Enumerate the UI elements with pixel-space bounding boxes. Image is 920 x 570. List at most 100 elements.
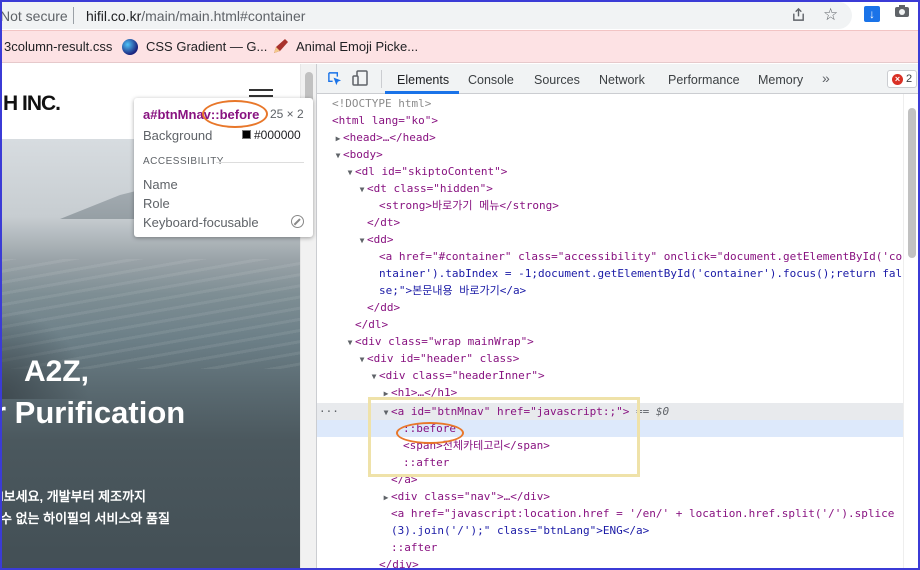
dom-html: <html lang="ko"> <box>332 114 438 127</box>
more-tabs-button[interactable]: » <box>822 70 830 86</box>
dom-strong: <strong>바로가기 메뉴</strong> <box>379 199 559 212</box>
dom-a-accessibility: <a href="#container" class="accessibilit… <box>379 250 903 263</box>
dom-node[interactable]: ::after <box>317 539 903 556</box>
expand-arrow-icon[interactable]: ▶ <box>333 130 343 147</box>
dom-a-close: </a> <box>391 473 418 486</box>
tab-memory[interactable]: Memory <box>758 73 803 87</box>
url-path: /main/main.html#container <box>141 8 306 24</box>
tooltip-background-label: Background <box>143 128 213 143</box>
collapse-arrow-icon[interactable]: ▼ <box>357 351 367 368</box>
annotation-oval-tooltip <box>202 100 268 128</box>
dom-node[interactable]: <a href="#container" class="accessibilit… <box>317 248 903 265</box>
security-indicator[interactable]: Not secure <box>0 8 68 24</box>
dom-node[interactable]: </div> <box>317 556 903 570</box>
tab-elements[interactable]: Elements <box>397 73 449 87</box>
hero-title-line-2: r Purification <box>0 395 186 430</box>
devtools-toolbar: Elements Console Sources Network Perform… <box>317 64 920 94</box>
collapse-arrow-icon[interactable]: ▼ <box>333 147 343 164</box>
tooltip-role-label: Role <box>143 196 170 211</box>
dom-a-btnlang: <a href="javascript:location.href = '/en… <box>391 507 895 520</box>
dom-node[interactable]: <!DOCTYPE html> <box>317 95 903 112</box>
site-logo[interactable]: H INC. <box>3 92 61 116</box>
dom-node[interactable]: </dl> <box>317 316 903 333</box>
device-toolbar-icon[interactable] <box>352 70 370 86</box>
dom-node-continued[interactable]: ntainer').tabIndex = -1;document.getElem… <box>317 265 903 282</box>
bookmarks-bar: 3column-result.css CSS Gradient — G... A… <box>0 31 920 63</box>
collapse-arrow-icon[interactable]: ▼ <box>369 368 379 385</box>
dom-node[interactable]: ▼ <dt class="hidden"> <box>317 180 903 197</box>
tooltip-size: 25 × 2 <box>270 107 304 121</box>
collapse-arrow-icon[interactable]: ▼ <box>345 164 355 181</box>
css-gradient-favicon-icon <box>122 39 138 55</box>
dom-node[interactable]: ▼ <div class="wrap mainWrap"> <box>317 333 903 350</box>
bookmark-3column[interactable]: 3column-result.css <box>4 39 112 54</box>
dom-pseudo-before: ::before <box>403 422 456 435</box>
dom-node[interactable]: ::before <box>317 420 903 437</box>
inspect-element-icon[interactable] <box>327 71 342 86</box>
dom-node[interactable]: </dd> <box>317 299 903 316</box>
error-count-badge[interactable]: × 2 <box>887 70 917 88</box>
dom-node-continued[interactable]: se;">본문내용 바로가기</a> <box>317 282 903 299</box>
hero-title-line-1: A2Z, <box>24 355 90 388</box>
tooltip-name-label: Name <box>143 177 178 192</box>
hero-subtitle-line-2: 수 없는 하이필의 서비스와 품질 <box>0 511 170 526</box>
devtools-panel: Elements Console Sources Network Perform… <box>316 64 920 570</box>
address-bar[interactable]: Not secure hifil.co.kr/main/main.html#co… <box>0 2 852 29</box>
dom-node-selected[interactable]: ▼ <a id="btnMnav" href="javascript:;"> ==… <box>317 403 903 420</box>
dom-node[interactable]: ▼ <body> <box>317 146 903 163</box>
pencil-icon <box>274 39 288 53</box>
dom-dd: <dd> <box>367 233 394 246</box>
bookmark-animal-emoji[interactable]: Animal Emoji Picke... <box>296 39 418 54</box>
dom-node[interactable]: <span>전체카테고리</span> <box>317 437 903 454</box>
dom-node[interactable]: ▼ <dd> <box>317 231 903 248</box>
dom-dl: <dl id="skiptoContent"> <box>355 165 508 178</box>
tab-console[interactable]: Console <box>468 73 514 87</box>
tooltip-divider <box>216 162 304 163</box>
dom-node[interactable]: ▶ <head>…</head> <box>317 129 903 146</box>
dom-node[interactable]: </dt> <box>317 214 903 231</box>
devtools-scrollbar-thumb[interactable] <box>908 108 916 258</box>
toolbar-divider <box>381 70 382 88</box>
bookmark-css-gradient[interactable]: CSS Gradient — G... <box>146 39 267 54</box>
dom-node[interactable]: <strong>바로가기 메뉴</strong> <box>317 197 903 214</box>
dom-current-ref: == $0 <box>636 405 670 418</box>
dom-a-btnlang-cont: (3).join('/');" class="btnLang">ENG</a> <box>391 524 650 537</box>
collapse-arrow-icon[interactable]: ▼ <box>357 232 367 249</box>
collapse-arrow-icon[interactable]: ▼ <box>345 334 355 351</box>
dom-node[interactable]: ▶ <div class="nav">…</div> <box>317 488 903 505</box>
url-text[interactable]: hifil.co.kr/main/main.html#container <box>86 8 305 24</box>
bookmark-star-icon[interactable]: ☆ <box>823 5 838 25</box>
tab-network[interactable]: Network <box>599 73 645 87</box>
browser-toolbar: Not secure hifil.co.kr/main/main.html#co… <box>0 0 920 31</box>
dom-node[interactable]: <html lang="ko"> <box>317 112 903 129</box>
dom-node[interactable]: ▶ <h1>…</h1> <box>317 384 903 401</box>
dom-node[interactable]: ▼ <dl id="skiptoContent"> <box>317 163 903 180</box>
hero-subtitle-line-1: l보세요, 개발부터 제조까지 <box>0 489 147 504</box>
dom-node[interactable]: </a> <box>317 471 903 488</box>
tab-sources[interactable]: Sources <box>534 73 580 87</box>
dom-dt: <dt class="hidden"> <box>367 182 493 195</box>
dom-node[interactable]: <a href="javascript:location.href = '/en… <box>317 505 903 522</box>
dom-node[interactable]: ::after <box>317 454 903 471</box>
tooltip-keyboard-label: Keyboard-focusable <box>143 215 259 230</box>
expand-arrow-icon[interactable]: ▶ <box>381 385 391 402</box>
devtools-scrollbar[interactable] <box>903 94 919 570</box>
dom-node[interactable]: ▼ <div class="headerInner"> <box>317 367 903 384</box>
dom-dl-close: </dl> <box>355 318 389 331</box>
share-icon[interactable] <box>791 7 806 26</box>
error-count: 2 <box>906 73 913 85</box>
camera-icon[interactable] <box>894 4 910 23</box>
node-actions-icon[interactable]: ··· <box>319 403 339 420</box>
tab-performance[interactable]: Performance <box>668 73 740 87</box>
tooltip-accessibility-heading: ACCESSIBILITY <box>143 156 224 167</box>
download-icon[interactable]: ↓ <box>864 6 880 22</box>
collapse-arrow-icon[interactable]: ▼ <box>381 404 391 421</box>
tooltip-background-value: #000000 <box>254 128 301 142</box>
dom-node-continued[interactable]: (3).join('/');" class="btnLang">ENG</a> <box>317 522 903 539</box>
url-host: hifil.co.kr <box>86 8 142 24</box>
dom-dt-close: </dt> <box>367 216 401 229</box>
collapse-arrow-icon[interactable]: ▼ <box>357 181 367 198</box>
expand-arrow-icon[interactable]: ▶ <box>381 489 391 506</box>
inspect-tooltip: a#btnMnav::before 25 × 2 Background #000… <box>134 98 313 237</box>
dom-node[interactable]: ▼ <div id="header" class> <box>317 350 903 367</box>
